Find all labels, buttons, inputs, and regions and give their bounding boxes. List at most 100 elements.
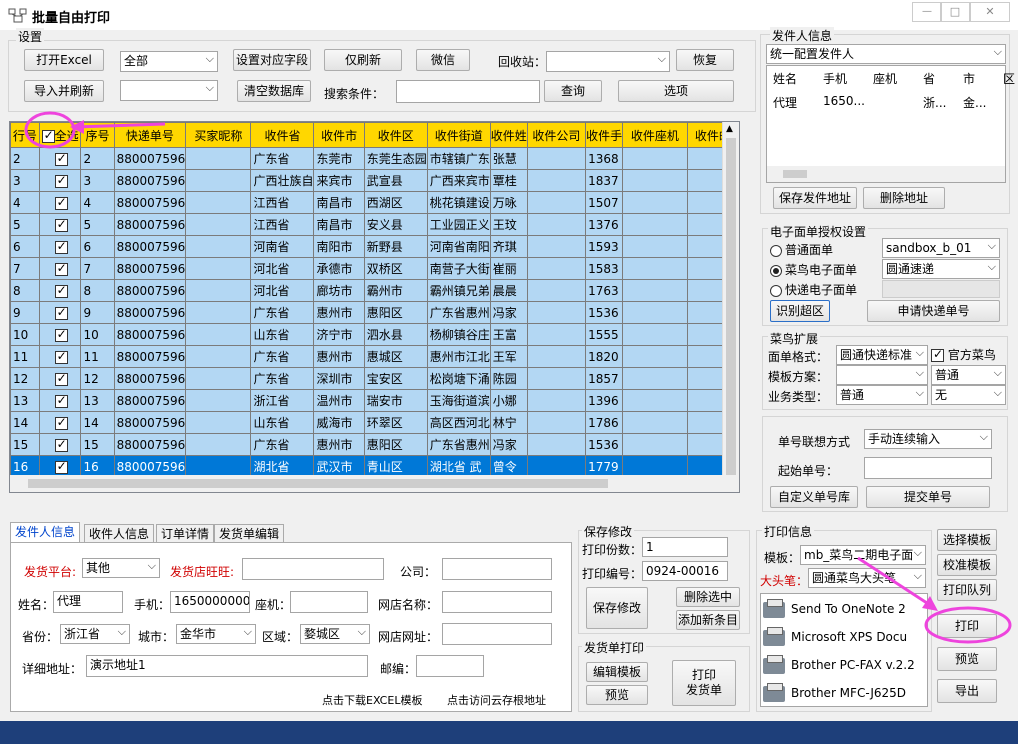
order-mode-select[interactable]: 手动连续输入 xyxy=(864,429,992,449)
printer-list[interactable]: Send To OneNote 2 Microsoft XPS Docu Broth… xyxy=(760,593,928,707)
table-cell[interactable]: 1536 xyxy=(585,433,624,456)
row-checkbox[interactable] xyxy=(54,459,68,474)
table-cell[interactable]: 880007596 xyxy=(113,411,187,434)
row-select-cell[interactable] xyxy=(38,433,82,456)
table-cell[interactable]: 浙江省 xyxy=(250,389,315,412)
clear-db-button[interactable]: 清空数据库 xyxy=(237,80,311,102)
account-select[interactable]: sandbox_b_01 xyxy=(882,238,1000,258)
table-cell[interactable]: 环翠区 xyxy=(363,411,428,434)
table-cell[interactable]: 惠州市 xyxy=(313,345,365,368)
table-cell[interactable]: 南昌市 xyxy=(313,191,365,214)
table-cell[interactable]: 11 xyxy=(80,345,115,368)
open-excel-button[interactable]: 打开Excel xyxy=(24,49,104,71)
table-cell[interactable]: 东莞生态园 xyxy=(363,147,428,170)
biz-type-select[interactable]: 普通 xyxy=(836,385,928,405)
table-cell[interactable]: 广东省惠州 xyxy=(426,301,491,324)
table-cell[interactable]: 山东省 xyxy=(250,411,315,434)
table-cell[interactable]: 1368 xyxy=(585,147,624,170)
table-cell[interactable] xyxy=(526,191,587,214)
table-cell[interactable]: 2 xyxy=(80,147,115,170)
apply-number-button[interactable]: 申请快递单号 xyxy=(867,300,1000,322)
table-cell[interactable]: 冯家 xyxy=(489,433,528,456)
table-cell[interactable] xyxy=(526,389,587,412)
radio-cainiao-circle[interactable] xyxy=(770,264,782,277)
save-modify-button[interactable]: 保存修改 xyxy=(586,587,648,629)
table-cell[interactable]: 1820 xyxy=(585,345,624,368)
table-cell[interactable]: 1536 xyxy=(585,301,624,324)
row-checkbox[interactable] xyxy=(54,305,68,320)
table-cell[interactable] xyxy=(526,257,587,280)
export-button[interactable]: 导出 xyxy=(937,679,997,703)
grid-vertical-scrollbar[interactable]: ▲ xyxy=(722,122,739,492)
table-cell[interactable] xyxy=(526,323,587,346)
table-cell[interactable]: 张慧 xyxy=(489,147,528,170)
table-cell[interactable]: 2 xyxy=(10,147,40,170)
table-row[interactable]: 1010880007596山东省济宁市泗水县杨柳镇谷庄王富1555 xyxy=(10,323,739,346)
table-cell[interactable]: 3 xyxy=(80,169,115,192)
table-cell[interactable] xyxy=(185,169,252,192)
row-select-cell[interactable] xyxy=(38,367,82,390)
table-cell[interactable]: 9 xyxy=(80,301,115,324)
row-checkbox[interactable] xyxy=(54,173,68,188)
row-select-cell[interactable] xyxy=(38,147,82,170)
address-input[interactable]: 演示地址1 xyxy=(86,655,368,677)
row-select-cell[interactable] xyxy=(38,213,82,236)
table-cell[interactable]: 瑞安市 xyxy=(363,389,428,412)
table-row[interactable]: 66880007596河南省南阳市新野县河南省南阳齐琪1593 xyxy=(10,235,739,258)
table-cell[interactable]: 武宣县 xyxy=(363,169,428,192)
table-cell[interactable]: 万咏 xyxy=(489,191,528,214)
table-cell[interactable]: 880007596 xyxy=(113,213,187,236)
radio-normal[interactable]: 普通面单 xyxy=(770,241,833,258)
table-row[interactable]: 99880007596广东省惠州市惠阳区广东省惠州冯家1536 xyxy=(10,301,739,324)
table-cell[interactable] xyxy=(185,301,252,324)
set-fields-button[interactable]: 设置对应字段 xyxy=(233,49,311,71)
table-cell[interactable]: 西湖区 xyxy=(363,191,428,214)
radio-express[interactable]: 快递电子面单 xyxy=(770,281,857,298)
table-cell[interactable]: 工业园正义 xyxy=(426,213,491,236)
table-cell[interactable] xyxy=(526,301,587,324)
table-cell[interactable]: 13 xyxy=(80,389,115,412)
table-cell[interactable]: 1786 xyxy=(585,411,624,434)
table-cell[interactable]: 新野县 xyxy=(363,235,428,258)
table-cell[interactable]: 南营子大街 xyxy=(426,257,491,280)
table-cell[interactable] xyxy=(622,367,688,390)
select-all-checkbox[interactable] xyxy=(41,128,55,143)
data-grid[interactable]: 行号全选序号快递单号买家昵称收件省收件市收件区收件街道收件姓收件公司收件手收件座… xyxy=(9,121,740,493)
table-cell[interactable]: 广东省 xyxy=(250,147,315,170)
table-cell[interactable]: 8 xyxy=(80,279,115,302)
table-cell[interactable]: 880007596 xyxy=(113,367,187,390)
table-cell[interactable]: 880007596 xyxy=(113,191,187,214)
minimize-button[interactable]: — xyxy=(912,2,942,22)
table-cell[interactable]: 880007596 xyxy=(113,257,187,280)
table-cell[interactable]: 山东省 xyxy=(250,323,315,346)
row-checkbox[interactable] xyxy=(54,349,68,364)
company-input[interactable] xyxy=(442,558,552,580)
radio-cainiao[interactable]: 菜鸟电子面单 xyxy=(770,261,857,278)
table-cell[interactable]: 1583 xyxy=(585,257,624,280)
city-select[interactable]: 金华市 xyxy=(176,624,256,644)
table-cell[interactable] xyxy=(185,345,252,368)
mobile-input[interactable]: 1650000000 xyxy=(170,591,250,613)
table-cell[interactable]: 13 xyxy=(10,389,40,412)
row-select-cell[interactable] xyxy=(38,411,82,434)
table-cell[interactable] xyxy=(622,389,688,412)
table-cell[interactable] xyxy=(622,433,688,456)
row-checkbox[interactable] xyxy=(54,371,68,386)
row-checkbox[interactable] xyxy=(54,261,68,276)
table-row[interactable]: 1111880007596广东省惠州市惠城区惠州市江北王军1820 xyxy=(10,345,739,368)
table-cell[interactable]: 12 xyxy=(80,367,115,390)
table-cell[interactable]: 880007596 xyxy=(113,301,187,324)
table-cell[interactable] xyxy=(622,147,688,170)
table-cell[interactable] xyxy=(622,323,688,346)
table-cell[interactable]: 15 xyxy=(80,433,115,456)
table-cell[interactable] xyxy=(526,213,587,236)
phone-input[interactable] xyxy=(290,591,368,613)
table-cell[interactable] xyxy=(185,279,252,302)
row-checkbox[interactable] xyxy=(54,151,68,166)
table-cell[interactable]: 江西省 xyxy=(250,213,315,236)
table-cell[interactable]: 王玟 xyxy=(489,213,528,236)
table-cell[interactable]: 880007596 xyxy=(113,389,187,412)
table-cell[interactable]: 河北省 xyxy=(250,257,315,280)
identify-area-button[interactable]: 识别超区 xyxy=(770,300,830,322)
refresh-only-button[interactable]: 仅刷新 xyxy=(324,49,402,71)
